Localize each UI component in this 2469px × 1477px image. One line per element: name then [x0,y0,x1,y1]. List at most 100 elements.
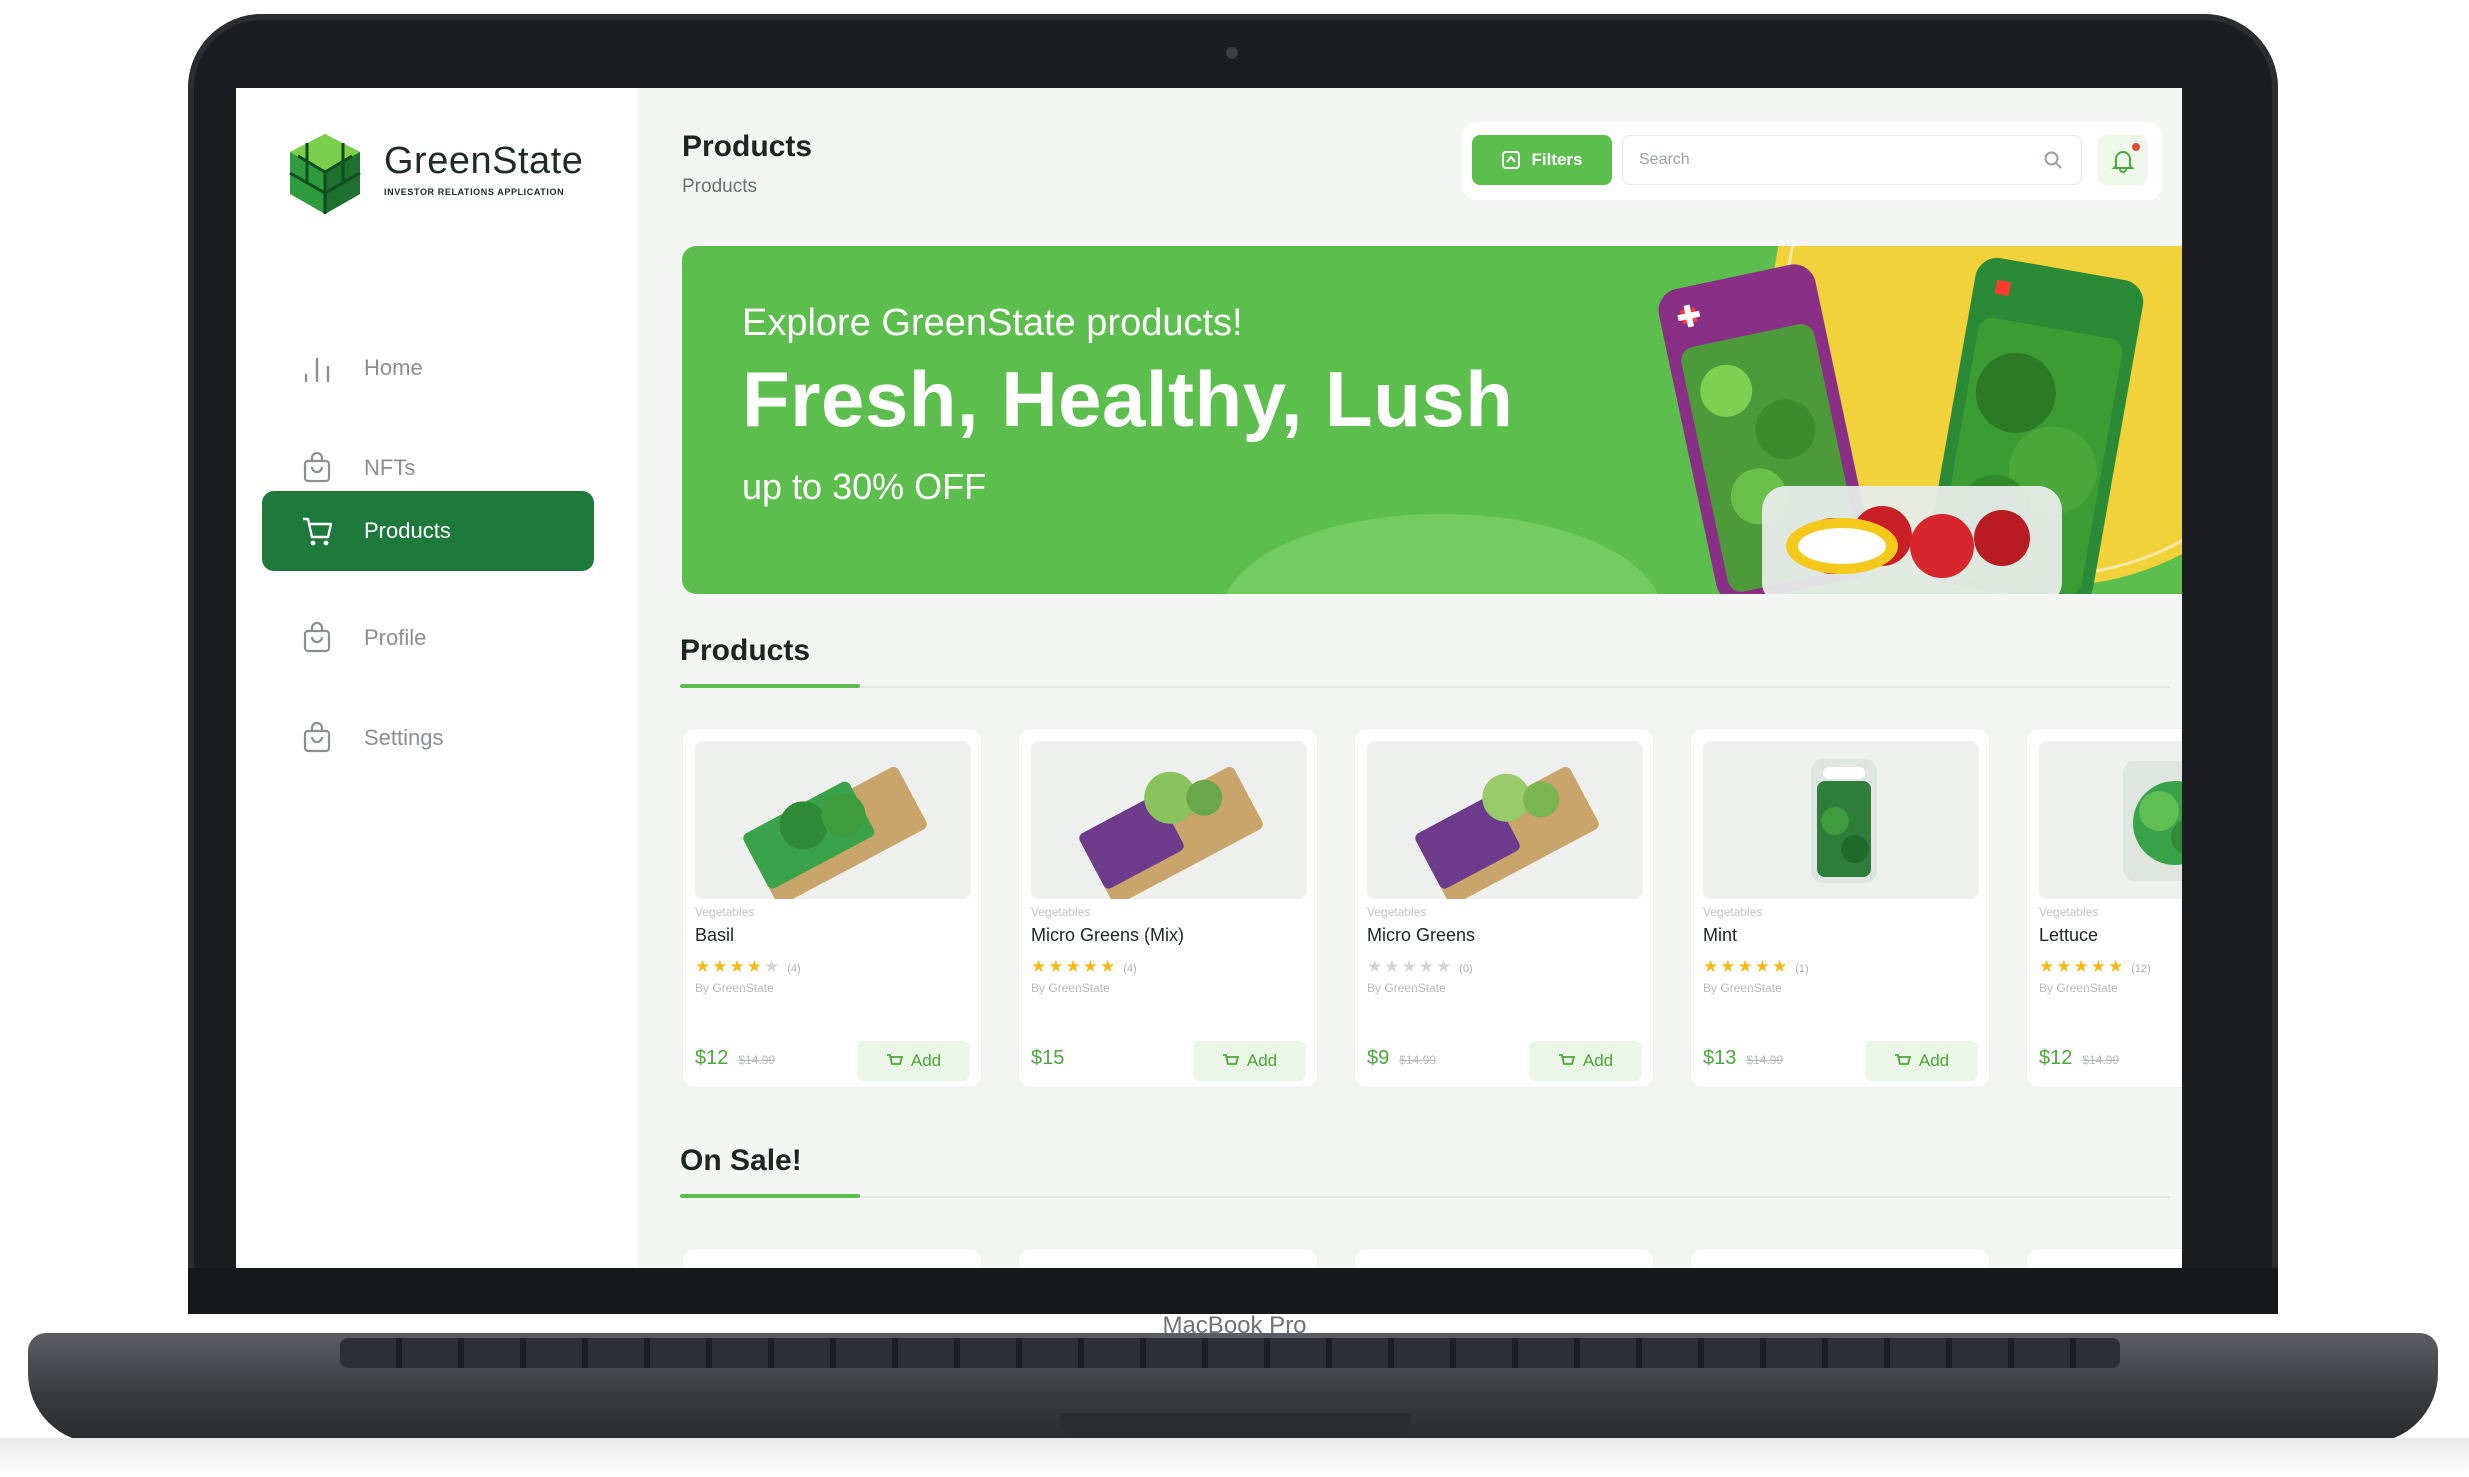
product-card[interactable]: Vegetables Lettuce ★★★★★ (12) By GreenSta… [2026,728,2182,1088]
rating-stars: ★★★★★ (1) [1703,957,1809,976]
section-divider [680,1196,2170,1198]
product-name: Micro Greens [1367,925,1476,945]
toolbar: Filters [1462,122,2162,200]
add-label: Add [910,1051,942,1070]
product-seller: By GreenState [1367,981,1446,995]
page-title: Products [682,130,813,163]
cart-icon [298,512,336,550]
product-old-price: $14.99 [738,1053,776,1067]
cart-icon [1894,1054,1911,1065]
section-divider [680,686,2170,688]
sidebar-item-label: Products [364,518,451,543]
product-card[interactable]: Vegetables Micro Greens (Mix) ★★★★★ (4) B… [1018,728,1318,1088]
keyboard-edge [340,1338,2120,1368]
add-to-cart-button[interactable]: Add [1865,1041,1977,1081]
bell-icon [2111,151,2135,173]
cart-icon [1558,1054,1575,1065]
product-card[interactable]: Vegetables Mint ★★★★★ (1) By GreenState $… [1690,728,1990,1088]
product-card[interactable] [2026,1248,2182,1268]
review-count: (4) [787,963,801,975]
product-price: $12 [695,1047,729,1069]
product-card[interactable] [682,1248,982,1268]
rating-stars: ★★★★★ (12) [2039,957,2151,976]
sidebar-item-label: NFTs [364,455,416,480]
review-count: (12) [2131,963,2151,975]
product-category: Vegetables [2039,905,2099,919]
add-to-cart-button[interactable]: Add [857,1041,969,1081]
product-category: Vegetables [695,905,755,919]
rating-stars: ★★★★★ (0) [1367,957,1473,976]
sidebar-item-profile[interactable]: Profile [262,598,594,678]
app-screen: GreenState INVESTOR RELATIONS APPLICATIO… [236,88,2182,1268]
review-count: (0) [1459,963,1473,975]
notification-dot [2132,143,2140,151]
breadcrumb[interactable]: Products [682,176,757,198]
brand-tagline: INVESTOR RELATIONS APPLICATION [384,187,565,197]
product-seller: By GreenState [695,981,774,995]
lid-notch [1060,1413,1410,1439]
filters-label: Filters [1531,150,1583,169]
product-image [2039,741,2182,899]
product-image [1367,741,1643,899]
bag-icon [298,449,336,487]
product-old-price: $14.99 [1399,1053,1436,1067]
rating-stars: ★★★★★ (4) [695,957,801,976]
section-accent [680,1194,860,1198]
product-packs-image [1658,257,2144,594]
product-card[interactable] [1354,1248,1654,1268]
notifications-button[interactable] [2098,135,2148,185]
search-box [1622,135,2082,185]
rating-stars: ★★★★★ (4) [1031,957,1137,976]
product-category: Vegetables [1703,905,1763,919]
banner-subtitle: Explore GreenState products! [742,302,1243,344]
cart-icon [1222,1054,1239,1065]
add-label: Add [1246,1051,1278,1070]
sidebar: GreenState INVESTOR RELATIONS APPLICATIO… [236,88,638,1268]
product-name: Basil [695,925,735,945]
review-count: (4) [1123,963,1137,975]
product-category: Vegetables [1031,905,1091,919]
promo-banner[interactable]: Explore GreenState products! Fresh, Heal… [682,246,2182,594]
add-to-cart-button[interactable]: Add [1529,1041,1641,1081]
product-image [1031,741,1307,899]
camera [1226,47,1238,59]
product-name: Lettuce [2039,925,2099,945]
product-seller: By GreenState [2039,981,2118,995]
review-count: (1) [1795,963,1809,975]
laptop-scene: GreenState INVESTOR RELATIONS APPLICATIO… [0,0,2469,1477]
main-content: Products Products Filters Search Explore… [638,88,2182,1268]
product-old-price: $14.99 [2082,1053,2120,1067]
sidebar-item-products[interactable]: Products [262,491,594,571]
product-card[interactable] [1018,1248,1318,1268]
product-price: $13 [1703,1047,1737,1069]
product-seller: By GreenState [1703,981,1782,995]
products-section-title: Products [680,634,811,667]
product-old-price: $14.99 [1746,1053,1784,1067]
product-list: Vegetables Basil ★★★★★ (4) By GreenState … [682,728,2182,1088]
bag-icon [298,719,336,757]
product-category: Vegetables [1367,905,1427,919]
greenstate-logo-icon [289,134,361,214]
sidebar-item-home[interactable]: Home [262,328,594,408]
floor-shadow [0,1438,2469,1477]
product-card[interactable]: Vegetables Micro Greens ★★★★★ (0) By Gree… [1354,728,1654,1088]
product-price: $9 [1367,1047,1390,1069]
product-card[interactable] [1690,1248,1990,1268]
bar-chart-icon [298,349,336,387]
product-card[interactable]: Vegetables Basil ★★★★★ (4) By GreenState … [682,728,982,1088]
product-name: Micro Greens (Mix) [1031,925,1185,945]
sidebar-item-label: Profile [364,625,427,650]
filters-button[interactable]: Filters [1472,135,1612,185]
product-image [1703,741,1979,899]
search-input[interactable] [1639,136,2019,184]
banner-headline: Fresh, Healthy, Lush [742,355,1514,443]
sidebar-item-settings[interactable]: Settings [262,698,594,778]
add-label: Add [1918,1051,1950,1070]
product-name: Mint [1703,925,1738,945]
search-icon[interactable] [2043,150,2063,170]
bag-icon [298,619,336,657]
add-to-cart-button[interactable]: Add [1193,1041,1305,1081]
section-accent [680,684,860,688]
brand-name: GreenState [384,140,584,182]
sidebar-item-label: Home [364,355,423,380]
